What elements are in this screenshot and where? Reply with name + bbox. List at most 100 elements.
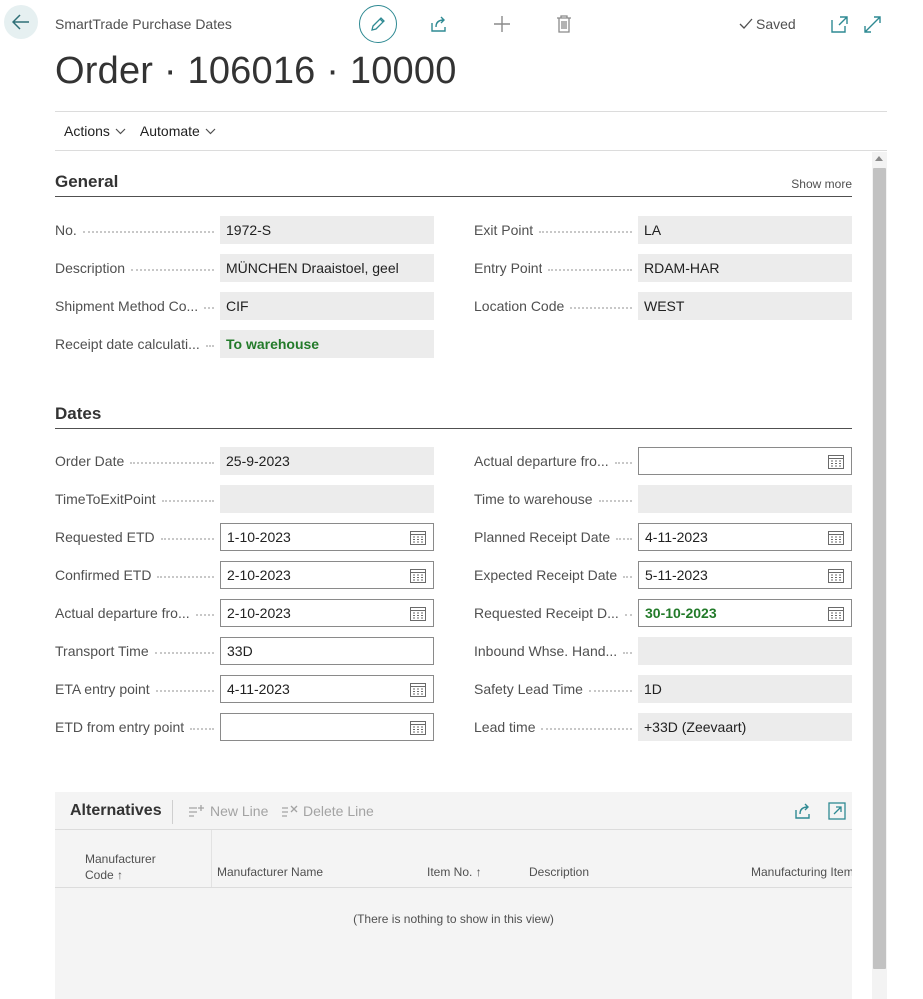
share-button[interactable] [429,14,449,34]
calendar-icon[interactable] [410,530,426,545]
saved-label: Saved [756,16,796,32]
calendar-icon[interactable] [410,568,426,583]
safety-lead-time-value[interactable]: 1D [638,675,852,703]
share-icon[interactable] [794,802,812,820]
eta-entry-point-value: 4-11-2023 [227,681,290,697]
no-value[interactable]: 1972-S [220,216,434,244]
entry-point-value[interactable]: RDAM-HAR [638,254,852,282]
action-menu-bar: Actions Automate [55,111,887,151]
alternatives-title[interactable]: Alternatives [70,802,162,820]
edit-button[interactable] [359,5,397,43]
scroll-thumb[interactable] [873,168,886,969]
field-safety-lead-time: Safety Lead Time 1D [474,675,852,703]
calendar-icon[interactable] [828,530,844,545]
alternatives-part: Alternatives New Line Delete Line Manufa… [55,792,852,999]
field-inbound-whse-handling: Inbound Whse. Hand... [474,637,852,665]
requested-receipt-date-input[interactable]: 30-10-2023 [638,599,852,627]
expected-receipt-date-input[interactable]: 5-11-2023 [638,561,852,589]
calendar-icon[interactable] [410,682,426,697]
field-description: Description MÜNCHEN Draaistoel, geel [55,254,434,282]
time-to-exit-point-value[interactable] [220,485,434,513]
field-label: Time to warehouse [474,491,593,507]
field-shipment-method: Shipment Method Co... CIF [55,292,434,320]
field-label: Exit Point [474,222,534,238]
field-label: Requested ETD [55,529,155,545]
transport-time-input[interactable]: 33D [220,637,434,665]
expand-icon [863,15,881,33]
chevron-down-icon [205,128,216,134]
requested-etd-value: 1-10-2023 [227,529,291,545]
menu-automate[interactable]: Automate [140,123,216,139]
plus-icon [494,16,510,32]
top-toolbar: Saved [0,5,923,43]
field-planned-receipt-date: Planned Receipt Date 4-11-2023 [474,523,852,551]
calendar-icon[interactable] [828,606,844,621]
field-label: Planned Receipt Date [474,529,611,545]
receipt-date-calculation-value[interactable]: To warehouse [220,330,434,358]
dates-section-title[interactable]: Dates [55,404,101,424]
planned-receipt-date-value: 4-11-2023 [645,529,708,545]
inbound-whse-handling-value[interactable] [638,637,852,665]
new-line-icon [189,805,204,817]
field-expected-receipt-date: Expected Receipt Date 5-11-2023 [474,561,852,589]
confirmed-etd-input[interactable]: 2-10-2023 [220,561,434,589]
field-label: ETA entry point [55,681,150,697]
field-label: TimeToExitPoint [55,491,156,507]
field-label: Shipment Method Co... [55,298,199,314]
show-more-link[interactable]: Show more [791,177,852,191]
lead-time-value[interactable]: +33D (Zeevaart) [638,713,852,741]
location-code-value[interactable]: WEST [638,292,852,320]
calendar-icon[interactable] [828,454,844,469]
column-manufacturer-code[interactable]: Manufacturer Code ↑ [85,851,156,883]
expected-receipt-date-value: 5-11-2023 [645,567,708,583]
delete-button[interactable] [554,14,574,34]
requested-etd-input[interactable]: 1-10-2023 [220,523,434,551]
field-location-code: Location Code WEST [474,292,852,320]
field-entry-point: Entry Point RDAM-HAR [474,254,852,282]
expand-part-icon[interactable] [828,802,846,820]
shipment-method-value[interactable]: CIF [220,292,434,320]
etd-from-entry-point-input[interactable] [220,713,434,741]
column-description[interactable]: Description [529,865,589,879]
exit-point-value[interactable]: LA [638,216,852,244]
calendar-icon[interactable] [410,606,426,621]
time-to-warehouse-value[interactable] [638,485,852,513]
field-label: Inbound Whse. Hand... [474,643,618,659]
menu-actions[interactable]: Actions [64,123,126,139]
empty-table-message: (There is nothing to show in this view) [353,912,554,926]
description-value[interactable]: MÜNCHEN Draaistoel, geel [220,254,434,282]
field-transport-time: Transport Time 33D [55,637,434,665]
order-date-value[interactable]: 25-9-2023 [220,447,434,475]
field-label: Actual departure fro... [55,605,190,621]
field-order-date: Order Date 25-9-2023 [55,447,434,475]
scroll-up-arrow-icon[interactable] [875,156,883,161]
field-actual-departure-right: Actual departure fro... [474,447,852,475]
column-manufacturer-name[interactable]: Manufacturer Name [217,865,323,879]
expand-button[interactable] [862,14,882,34]
planned-receipt-date-input[interactable]: 4-11-2023 [638,523,852,551]
open-new-window-button[interactable] [829,14,849,34]
calendar-icon[interactable] [410,720,426,735]
delete-line-button[interactable]: Delete Line [281,803,374,819]
new-line-button[interactable]: New Line [188,803,268,819]
column-manufacturer-code-line2: Code ↑ [85,868,124,882]
field-lead-time: Lead time +33D (Zeevaart) [474,713,852,741]
eta-entry-point-input[interactable]: 4-11-2023 [220,675,434,703]
field-confirmed-etd: Confirmed ETD 2-10-2023 [55,561,434,589]
new-line-label: New Line [210,803,269,819]
trash-icon [557,15,571,33]
delete-line-label: Delete Line [303,803,374,819]
page-scrollbar[interactable] [872,152,887,999]
general-section-title[interactable]: General [55,172,118,192]
actual-departure-left-input[interactable]: 2-10-2023 [220,599,434,627]
new-button[interactable] [492,14,512,34]
actual-departure-right-input[interactable] [638,447,852,475]
field-etd-from-entry-point: ETD from entry point [55,713,434,741]
confirmed-etd-value: 2-10-2023 [227,567,291,583]
field-label: No. [55,222,77,238]
saved-status: Saved [739,16,796,32]
column-item-no[interactable]: Item No. ↑ [427,865,482,879]
calendar-icon[interactable] [828,568,844,583]
field-label: Lead time [474,719,536,735]
column-manufacturing-item[interactable]: Manufacturing Item [751,865,852,879]
